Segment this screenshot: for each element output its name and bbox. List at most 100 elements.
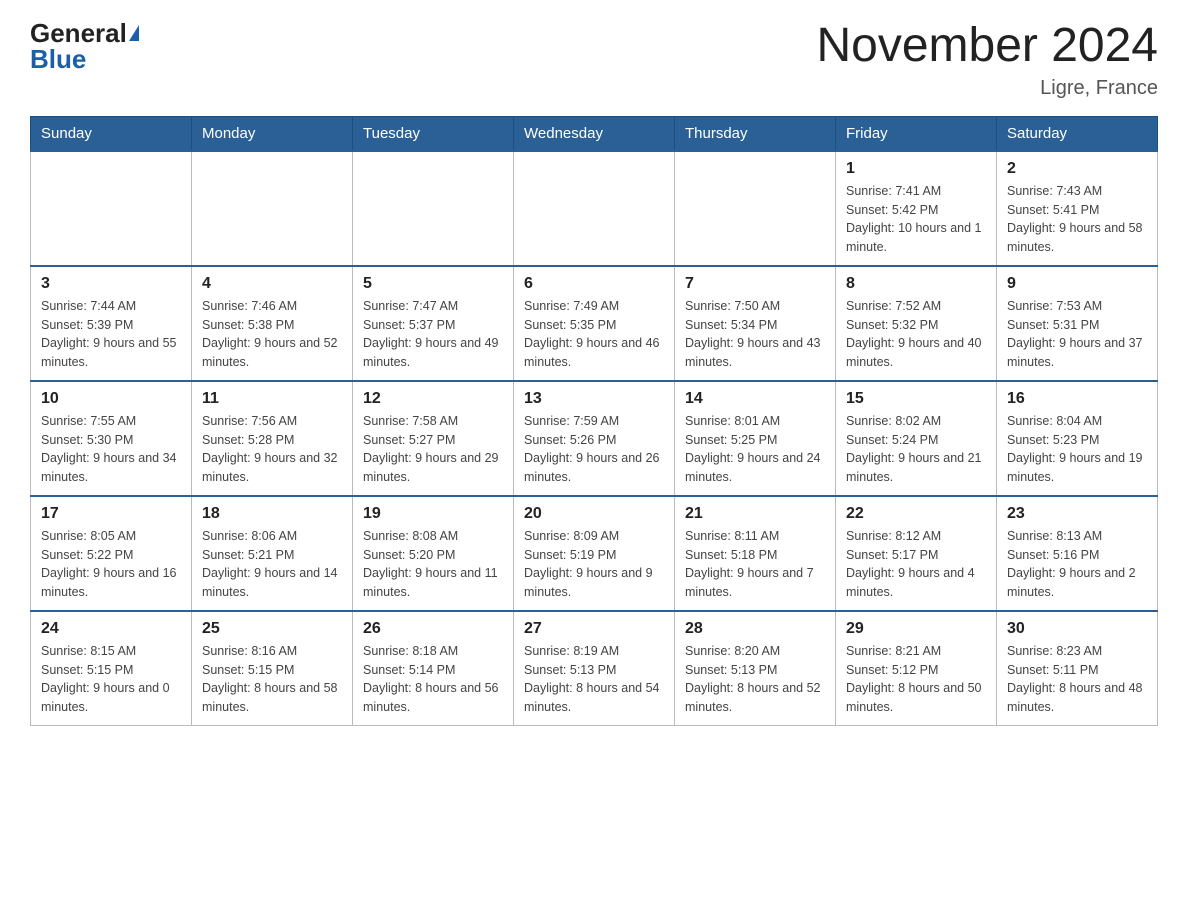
day-number: 17	[41, 505, 181, 523]
day-info: Sunrise: 8:16 AMSunset: 5:15 PMDaylight:…	[202, 642, 342, 717]
day-info: Sunrise: 8:08 AMSunset: 5:20 PMDaylight:…	[363, 527, 503, 602]
day-info: Sunrise: 8:09 AMSunset: 5:19 PMDaylight:…	[524, 527, 664, 602]
calendar-cell: 19 Sunrise: 8:08 AMSunset: 5:20 PMDayligh…	[353, 496, 514, 611]
day-of-week-header: Thursday	[675, 116, 836, 151]
logo-triangle-icon	[129, 25, 139, 41]
day-number: 18	[202, 505, 342, 523]
day-info: Sunrise: 7:41 AMSunset: 5:42 PMDaylight:…	[846, 182, 986, 257]
day-info: Sunrise: 7:46 AMSunset: 5:38 PMDaylight:…	[202, 297, 342, 372]
day-info: Sunrise: 7:43 AMSunset: 5:41 PMDaylight:…	[1007, 182, 1147, 257]
week-row: 3 Sunrise: 7:44 AMSunset: 5:39 PMDaylight…	[31, 266, 1158, 381]
day-number: 12	[363, 390, 503, 408]
calendar-cell	[514, 151, 675, 266]
day-number: 16	[1007, 390, 1147, 408]
day-info: Sunrise: 7:49 AMSunset: 5:35 PMDaylight:…	[524, 297, 664, 372]
day-info: Sunrise: 7:53 AMSunset: 5:31 PMDaylight:…	[1007, 297, 1147, 372]
calendar-cell: 20 Sunrise: 8:09 AMSunset: 5:19 PMDayligh…	[514, 496, 675, 611]
day-number: 14	[685, 390, 825, 408]
calendar-cell: 8Sunrise: 7:52 AMSunset: 5:32 PMDaylight…	[836, 266, 997, 381]
calendar-cell: 27 Sunrise: 8:19 AMSunset: 5:13 PMDayligh…	[514, 611, 675, 726]
calendar-cell: 4Sunrise: 7:46 AMSunset: 5:38 PMDaylight…	[192, 266, 353, 381]
week-row: 10 Sunrise: 7:55 AMSunset: 5:30 PMDayligh…	[31, 381, 1158, 496]
day-number: 29	[846, 620, 986, 638]
calendar-cell	[31, 151, 192, 266]
day-info: Sunrise: 8:21 AMSunset: 5:12 PMDaylight:…	[846, 642, 986, 717]
calendar-cell: 9Sunrise: 7:53 AMSunset: 5:31 PMDaylight…	[997, 266, 1158, 381]
logo: General Blue	[30, 20, 139, 72]
logo-blue-text: Blue	[30, 46, 86, 72]
calendar-cell: 26 Sunrise: 8:18 AMSunset: 5:14 PMDayligh…	[353, 611, 514, 726]
calendar-cell: 5 Sunrise: 7:47 AMSunset: 5:37 PMDaylight…	[353, 266, 514, 381]
day-number: 10	[41, 390, 181, 408]
day-number: 8	[846, 275, 986, 293]
day-number: 24	[41, 620, 181, 638]
calendar-cell: 23 Sunrise: 8:13 AMSunset: 5:16 PMDayligh…	[997, 496, 1158, 611]
calendar-cell	[675, 151, 836, 266]
day-number: 7	[685, 275, 825, 293]
calendar-cell: 1 Sunrise: 7:41 AMSunset: 5:42 PMDaylight…	[836, 151, 997, 266]
calendar-cell	[192, 151, 353, 266]
day-number: 27	[524, 620, 664, 638]
calendar-cell: 12 Sunrise: 7:58 AMSunset: 5:27 PMDayligh…	[353, 381, 514, 496]
calendar-cell: 17 Sunrise: 8:05 AMSunset: 5:22 PMDayligh…	[31, 496, 192, 611]
day-number: 19	[363, 505, 503, 523]
calendar-location: Ligre, France	[816, 77, 1158, 100]
day-of-week-header: Monday	[192, 116, 353, 151]
day-info: Sunrise: 7:58 AMSunset: 5:27 PMDaylight:…	[363, 412, 503, 487]
calendar-cell: 10 Sunrise: 7:55 AMSunset: 5:30 PMDayligh…	[31, 381, 192, 496]
day-info: Sunrise: 7:56 AMSunset: 5:28 PMDaylight:…	[202, 412, 342, 487]
day-number: 23	[1007, 505, 1147, 523]
calendar-title: November 2024	[816, 20, 1158, 73]
day-info: Sunrise: 8:19 AMSunset: 5:13 PMDaylight:…	[524, 642, 664, 717]
day-number: 3	[41, 275, 181, 293]
day-number: 11	[202, 390, 342, 408]
calendar-cell: 3 Sunrise: 7:44 AMSunset: 5:39 PMDaylight…	[31, 266, 192, 381]
calendar-header-row: SundayMondayTuesdayWednesdayThursdayFrid…	[31, 116, 1158, 151]
calendar-cell	[353, 151, 514, 266]
day-info: Sunrise: 8:18 AMSunset: 5:14 PMDaylight:…	[363, 642, 503, 717]
calendar-cell: 21 Sunrise: 8:11 AMSunset: 5:18 PMDayligh…	[675, 496, 836, 611]
day-info: Sunrise: 8:04 AMSunset: 5:23 PMDaylight:…	[1007, 412, 1147, 487]
day-number: 26	[363, 620, 503, 638]
calendar-cell: 6 Sunrise: 7:49 AMSunset: 5:35 PMDaylight…	[514, 266, 675, 381]
day-info: Sunrise: 8:12 AMSunset: 5:17 PMDaylight:…	[846, 527, 986, 602]
day-number: 6	[524, 275, 664, 293]
day-info: Sunrise: 7:50 AMSunset: 5:34 PMDaylight:…	[685, 297, 825, 372]
day-of-week-header: Tuesday	[353, 116, 514, 151]
day-info: Sunrise: 8:13 AMSunset: 5:16 PMDaylight:…	[1007, 527, 1147, 602]
day-of-week-header: Wednesday	[514, 116, 675, 151]
week-row: 24 Sunrise: 8:15 AMSunset: 5:15 PMDayligh…	[31, 611, 1158, 726]
calendar-cell: 24 Sunrise: 8:15 AMSunset: 5:15 PMDayligh…	[31, 611, 192, 726]
calendar-cell: 14 Sunrise: 8:01 AMSunset: 5:25 PMDayligh…	[675, 381, 836, 496]
day-info: Sunrise: 8:11 AMSunset: 5:18 PMDaylight:…	[685, 527, 825, 602]
day-number: 22	[846, 505, 986, 523]
day-number: 30	[1007, 620, 1147, 638]
day-number: 25	[202, 620, 342, 638]
day-number: 1	[846, 160, 986, 178]
day-info: Sunrise: 7:59 AMSunset: 5:26 PMDaylight:…	[524, 412, 664, 487]
calendar-cell: 15 Sunrise: 8:02 AMSunset: 5:24 PMDayligh…	[836, 381, 997, 496]
day-number: 13	[524, 390, 664, 408]
calendar-cell: 29 Sunrise: 8:21 AMSunset: 5:12 PMDayligh…	[836, 611, 997, 726]
day-info: Sunrise: 7:55 AMSunset: 5:30 PMDaylight:…	[41, 412, 181, 487]
calendar-table: SundayMondayTuesdayWednesdayThursdayFrid…	[30, 116, 1158, 726]
day-info: Sunrise: 8:15 AMSunset: 5:15 PMDaylight:…	[41, 642, 181, 717]
day-number: 21	[685, 505, 825, 523]
day-number: 20	[524, 505, 664, 523]
week-row: 17 Sunrise: 8:05 AMSunset: 5:22 PMDayligh…	[31, 496, 1158, 611]
logo-general-text: General	[30, 20, 127, 46]
day-of-week-header: Friday	[836, 116, 997, 151]
calendar-cell: 16 Sunrise: 8:04 AMSunset: 5:23 PMDayligh…	[997, 381, 1158, 496]
day-number: 5	[363, 275, 503, 293]
day-number: 15	[846, 390, 986, 408]
day-info: Sunrise: 8:05 AMSunset: 5:22 PMDaylight:…	[41, 527, 181, 602]
day-info: Sunrise: 8:02 AMSunset: 5:24 PMDaylight:…	[846, 412, 986, 487]
day-info: Sunrise: 7:47 AMSunset: 5:37 PMDaylight:…	[363, 297, 503, 372]
calendar-cell: 13 Sunrise: 7:59 AMSunset: 5:26 PMDayligh…	[514, 381, 675, 496]
calendar-cell: 18Sunrise: 8:06 AMSunset: 5:21 PMDayligh…	[192, 496, 353, 611]
day-info: Sunrise: 8:01 AMSunset: 5:25 PMDaylight:…	[685, 412, 825, 487]
calendar-cell: 2Sunrise: 7:43 AMSunset: 5:41 PMDaylight…	[997, 151, 1158, 266]
week-row: 1 Sunrise: 7:41 AMSunset: 5:42 PMDaylight…	[31, 151, 1158, 266]
day-info: Sunrise: 7:44 AMSunset: 5:39 PMDaylight:…	[41, 297, 181, 372]
calendar-cell: 7 Sunrise: 7:50 AMSunset: 5:34 PMDaylight…	[675, 266, 836, 381]
